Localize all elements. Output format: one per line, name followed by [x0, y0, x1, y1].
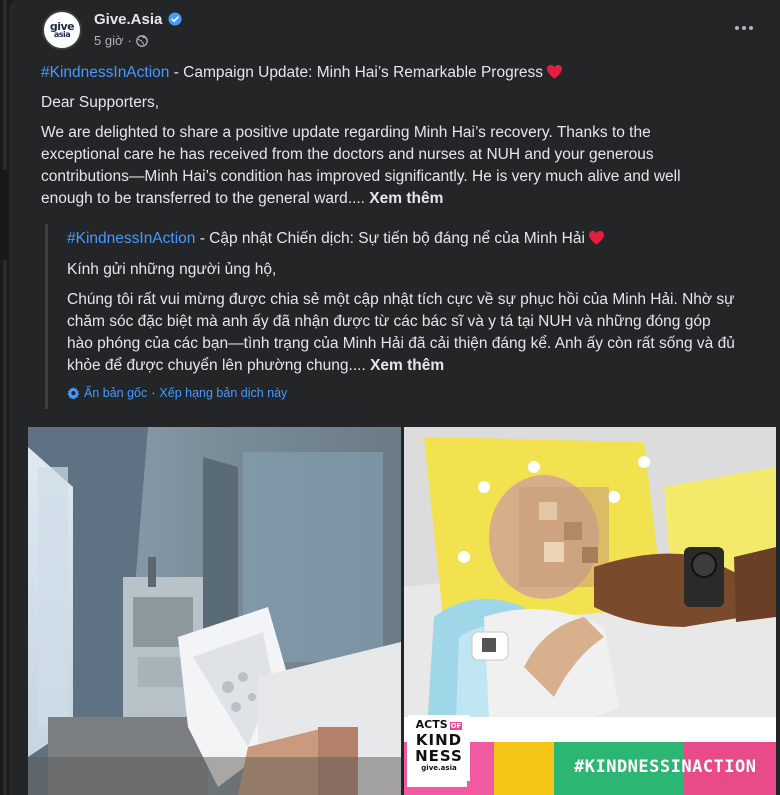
acts-of-kindness-logo: ACTS OF KIND NESS give.asia: [408, 715, 470, 781]
rate-translation-link[interactable]: Xếp hạng bản dịch này: [159, 386, 287, 400]
link-separator: ·: [151, 386, 156, 400]
translated-hashtag-link[interactable]: #KindnessInAction: [67, 230, 195, 247]
left-panel-edge: [0, 0, 9, 795]
page-name[interactable]: Give.Asia: [94, 11, 162, 28]
translated-title: #KindnessInAction - Cập nhật Chiến dịch:…: [67, 228, 747, 250]
scroll-segment: [3, 0, 7, 170]
translation-quote-bar: [45, 224, 48, 409]
post-greeting: Dear Supporters,: [41, 94, 160, 111]
scroll-segment: [3, 260, 7, 795]
post-title: #KindnessInAction - Campaign Update: Min…: [41, 62, 741, 84]
photo-left-image: [28, 427, 401, 795]
post-body: We are delighted to share a positive upd…: [41, 122, 731, 210]
translated-title-text: - Cập nhật Chiến dịch: Sự tiến bộ đáng n…: [195, 230, 585, 247]
translated-see-more-link[interactable]: Xem thêm: [370, 357, 444, 374]
post-header: give asia Give.Asia 5 giờ ·: [9, 0, 780, 56]
translated-greeting: Kính gửi những người ủng hộ,: [67, 261, 277, 278]
verified-badge-icon: [168, 12, 182, 26]
translated-body: Chúng tôi rất vui mừng được chia sẻ một …: [67, 289, 737, 377]
avatar-logo: give asia: [49, 19, 75, 39]
heart-icon: [547, 64, 562, 79]
post-photo-hospital-room[interactable]: [28, 427, 401, 795]
post-card: give asia Give.Asia 5 giờ · #KindnessInAc…: [9, 0, 780, 795]
globe-icon: [135, 34, 148, 47]
see-more-link[interactable]: Xem thêm: [369, 190, 443, 207]
gear-icon: [67, 386, 80, 399]
more-options-icon[interactable]: [732, 18, 756, 38]
post-title-text: - Campaign Update: Minh Hai’s Remarkable…: [169, 64, 543, 81]
hashtag-link[interactable]: #KindnessInAction: [41, 64, 169, 81]
heart-icon: [588, 230, 604, 245]
post-photo-child-kindness-banner[interactable]: ACTS OF KIND NESS give.asia #KINDNESSINAC…: [404, 427, 776, 795]
kindness-hashtag-banner: #KINDNESSINACTION: [574, 757, 757, 777]
post-body-text: We are delighted to share a positive upd…: [41, 124, 681, 207]
post-meta: 5 giờ ·: [94, 33, 148, 48]
hide-original-link[interactable]: Ẩn bản gốc: [84, 386, 147, 400]
post-time[interactable]: 5 giờ: [94, 33, 124, 48]
translation-controls: Ẩn bản gốc · Xếp hạng bản dịch này: [67, 386, 287, 400]
page-avatar[interactable]: give asia: [42, 10, 82, 50]
